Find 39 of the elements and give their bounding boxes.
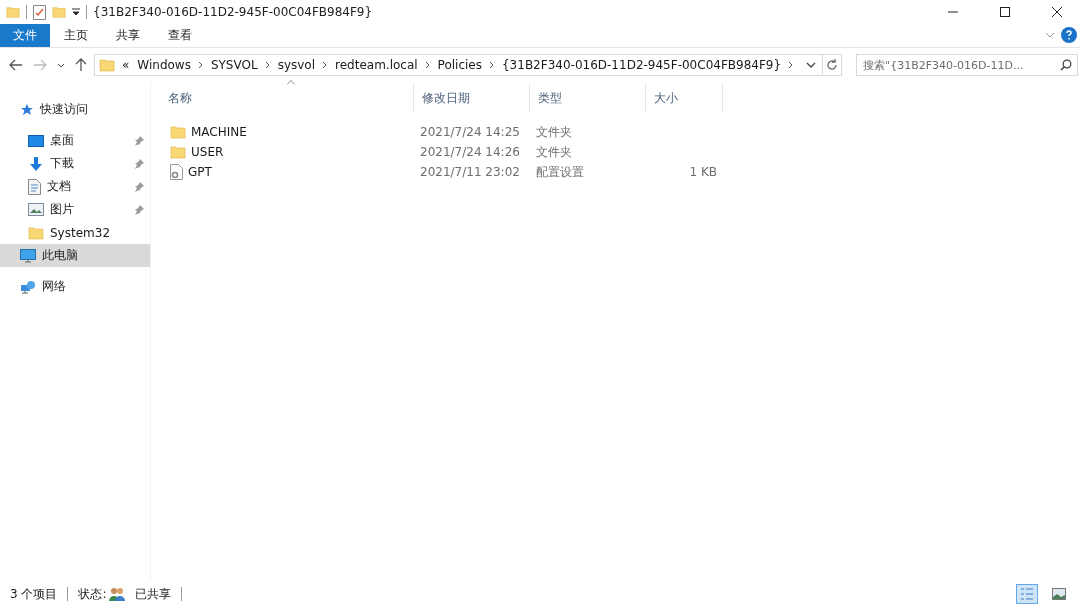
item-count: 3 个项目 [10, 585, 58, 603]
column-header[interactable]: 名称 [160, 84, 414, 112]
sidebar-item[interactable]: 网络 [0, 275, 150, 298]
type-cell-text: 配置设置 [535, 163, 585, 181]
type-cell-text: 文件夹 [535, 143, 573, 161]
sidebar-item[interactable]: 快速访问 [0, 98, 150, 121]
breadcrumb[interactable]: Windows [136, 58, 192, 72]
overflow-crumb[interactable]: « [121, 58, 131, 72]
breadcrumb[interactable]: {31B2F340-016D-11D2-945F-00C04FB984F9} [501, 58, 783, 72]
ribbon-tab[interactable]: 共享 [102, 24, 154, 47]
size-cell-text: 1 KB [688, 165, 718, 179]
column-header[interactable]: 大小 [646, 84, 723, 112]
sidebar-item[interactable]: 图片 [0, 198, 150, 221]
file-name[interactable]: USER [191, 145, 224, 159]
type-cell-text: 文件夹 [535, 123, 573, 141]
sidebar-item[interactable]: 此电脑 [0, 244, 150, 267]
date-cell-text: 2021/7/24 14:26 [419, 145, 521, 159]
breadcrumb[interactable]: redteam.local [334, 58, 419, 72]
sidebar-item[interactable]: System32 [0, 221, 150, 244]
column-header[interactable]: 修改日期 [414, 84, 530, 112]
column-header[interactable]: 类型 [530, 84, 646, 112]
window-title: {31B2F340-016D-11D2-945F-00C04FB984F9} [93, 5, 374, 19]
sidebar-item[interactable]: 桌面 [0, 129, 150, 152]
breadcrumb[interactable]: Policies [436, 58, 483, 72]
share-status: 已共享 [134, 585, 171, 603]
file-name[interactable]: GPT [188, 165, 212, 179]
sidebar-item[interactable]: 文档 [0, 175, 150, 198]
ribbon-tab[interactable]: 查看 [154, 24, 206, 47]
ribbon-tab[interactable]: 主页 [50, 24, 102, 47]
breadcrumb[interactable]: SYSVOL [209, 58, 259, 72]
date-cell-text: 2021/7/24 14:25 [419, 125, 521, 139]
address-bar[interactable]: « Windows SYSVOL sysvol redteam.local Policies {31B2F340-016D-11D2-945F-00C04FB984F9} [94, 54, 843, 76]
date-cell-text: 2021/7/11 23:02 [419, 165, 521, 179]
search-field[interactable]: 搜索"{31B2F340-016D-11D... [856, 54, 1079, 76]
file-name[interactable]: MACHINE [191, 125, 247, 139]
file-menu-button[interactable]: 文件 [0, 24, 50, 47]
breadcrumb[interactable]: sysvol [276, 58, 316, 72]
sidebar-item[interactable]: 下載 [0, 152, 150, 175]
status-label: 状态: [78, 585, 107, 603]
